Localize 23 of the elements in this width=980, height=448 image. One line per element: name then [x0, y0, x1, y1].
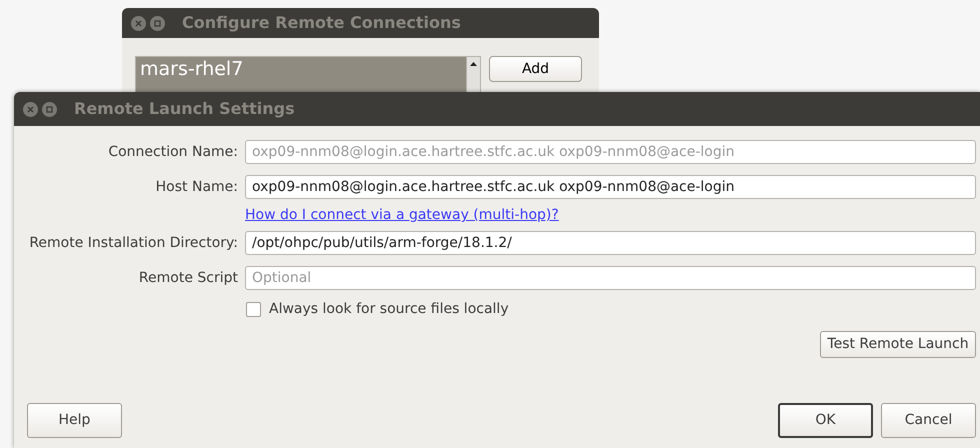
input-field[interactable]: oxp09-nnm08@login.ace.hartree.stfc.ac.uk oxp09-nnm08@ace-login: [245, 140, 976, 164]
window-title: Remote Launch Settings: [74, 98, 295, 120]
connection-name: mars-rhel7: [140, 58, 244, 80]
add-button[interactable]: Add: [489, 56, 582, 82]
checkbox-label: Always look for source files locally: [269, 300, 509, 319]
field-label: Remote Installation Directory:: [28, 234, 238, 252]
field-label: Host Name:: [154, 178, 238, 196]
close-icon[interactable]: [23, 102, 38, 116]
input-field[interactable]: /opt/ohpc/pub/utils/arm-forge/18.1.2/: [245, 231, 976, 255]
dialog-button[interactable]: Cancel: [881, 403, 976, 438]
field-label: Connection Name:: [107, 142, 238, 162]
window-title: Configure Remote Connections: [182, 12, 461, 34]
test-button[interactable]: Test Remote Launch: [820, 331, 976, 358]
help-link[interactable]: How do I connect via a gateway (multi-hop)?: [245, 207, 559, 223]
dialog-button[interactable]: OK: [778, 403, 873, 438]
input-field[interactable]: Optional: [245, 266, 976, 290]
field-label: Remote Script: [138, 268, 238, 288]
checkbox[interactable]: [246, 302, 261, 317]
input-field[interactable]: oxp09-nnm08@login.ace.hartree.stfc.ac.uk oxp09-nnm08@ace-login: [245, 175, 976, 199]
close-icon[interactable]: [131, 16, 146, 30]
maximize-icon[interactable]: [42, 102, 57, 116]
dialog-button[interactable]: Help: [27, 403, 122, 438]
maximize-icon[interactable]: [150, 16, 165, 30]
